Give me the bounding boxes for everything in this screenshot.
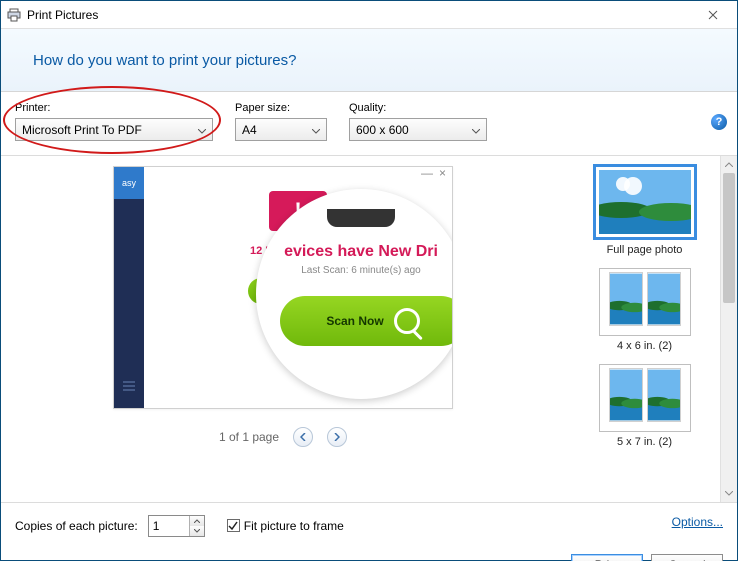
- print-button[interactable]: Print: [571, 554, 643, 561]
- printer-select[interactable]: Microsoft Print To PDF: [15, 118, 213, 141]
- close-icon: ×: [439, 166, 446, 180]
- preview-column: asy — × ! 12 Devices have N Last Scan: 6: [1, 156, 565, 502]
- paper-size-select[interactable]: A4: [235, 118, 327, 141]
- printer-icon: [7, 8, 21, 22]
- paper-size-label: Paper size:: [235, 102, 327, 114]
- quality-select[interactable]: 600 x 600: [349, 118, 487, 141]
- dialog-body: asy — × ! 12 Devices have N Last Scan: 6: [1, 156, 737, 502]
- scroll-down-button[interactable]: [721, 485, 737, 502]
- window-title: Print Pictures: [27, 8, 98, 22]
- cancel-button[interactable]: Cancel: [651, 554, 723, 561]
- hamburger-icon: [114, 374, 144, 398]
- layout-label: 4 x 6 in. (2): [617, 340, 672, 352]
- preview-sidebar: asy: [114, 167, 144, 408]
- zoom-subtext: Last Scan: 6 minute(s) ago: [301, 265, 421, 276]
- zoom-scan-label: Scan Now: [326, 314, 383, 328]
- print-preview: asy — × ! 12 Devices have N Last Scan: 6: [113, 166, 453, 409]
- zoom-headline: evices have New Dri: [284, 243, 438, 261]
- chevron-down-icon: [472, 123, 480, 137]
- chevron-down-icon: [198, 123, 206, 137]
- fit-picture-checkbox[interactable]: Fit picture to frame: [227, 519, 344, 533]
- layout-5x7-2[interactable]: 5 x 7 in. (2): [595, 360, 695, 452]
- layout-scrollbar[interactable]: [720, 156, 737, 502]
- dialog-actions: Print Cancel: [1, 548, 737, 561]
- layout-4x6-2[interactable]: 4 x 6 in. (2): [595, 264, 695, 356]
- page-counter: 1 of 1 page: [219, 430, 279, 444]
- fit-picture-label: Fit picture to frame: [244, 519, 344, 533]
- layout-full-page[interactable]: Full page photo: [589, 160, 701, 260]
- layout-label: Full page photo: [607, 244, 683, 256]
- dialog-print-pictures: Print Pictures How do you want to print …: [0, 0, 738, 561]
- zoom-magnifier: evices have New Dri Last Scan: 6 minute(…: [256, 189, 453, 399]
- quality-value: 600 x 600: [356, 123, 409, 137]
- page-navigator: 1 of 1 page: [219, 427, 347, 447]
- next-page-button[interactable]: [327, 427, 347, 447]
- print-settings-row: Printer: Microsoft Print To PDF Paper si…: [1, 92, 737, 156]
- preview-brand: asy: [114, 167, 144, 199]
- spin-up[interactable]: [190, 516, 204, 526]
- preview-window-controls: — ×: [144, 167, 452, 179]
- printer-label: Printer:: [15, 102, 213, 114]
- title-bar: Print Pictures: [1, 1, 737, 29]
- help-icon[interactable]: ?: [711, 114, 727, 130]
- spin-down[interactable]: [190, 526, 204, 536]
- zoom-monitor-bottom: [327, 209, 395, 227]
- options-link[interactable]: Options...: [672, 515, 723, 529]
- preview-main: — × ! 12 Devices have N Last Scan: 6 min…: [144, 167, 452, 408]
- bottom-bar: Copies of each picture: Fit picture to f…: [1, 502, 737, 548]
- checkbox-icon: [227, 519, 240, 532]
- dialog-heading: How do you want to print your pictures?: [33, 52, 296, 69]
- layout-list: Full page photo 4 x 6 in. (2) 5 x 7 in. …: [565, 156, 720, 502]
- copies-input[interactable]: [149, 516, 189, 536]
- scroll-thumb[interactable]: [723, 173, 735, 303]
- prev-page-button[interactable]: [293, 427, 313, 447]
- scroll-up-button[interactable]: [721, 156, 737, 173]
- dialog-header: How do you want to print your pictures?: [1, 29, 737, 92]
- copies-label: Copies of each picture:: [15, 519, 138, 533]
- copies-stepper[interactable]: [148, 515, 205, 537]
- printer-value: Microsoft Print To PDF: [22, 123, 142, 137]
- close-button[interactable]: [693, 5, 733, 25]
- layout-label: 5 x 7 in. (2): [617, 436, 672, 448]
- paper-size-value: A4: [242, 123, 257, 137]
- minimize-icon: —: [421, 166, 433, 180]
- quality-label: Quality:: [349, 102, 487, 114]
- zoom-scan-button: Scan Now: [280, 296, 453, 346]
- magnifier-icon: [394, 308, 420, 334]
- chevron-down-icon: [312, 123, 320, 137]
